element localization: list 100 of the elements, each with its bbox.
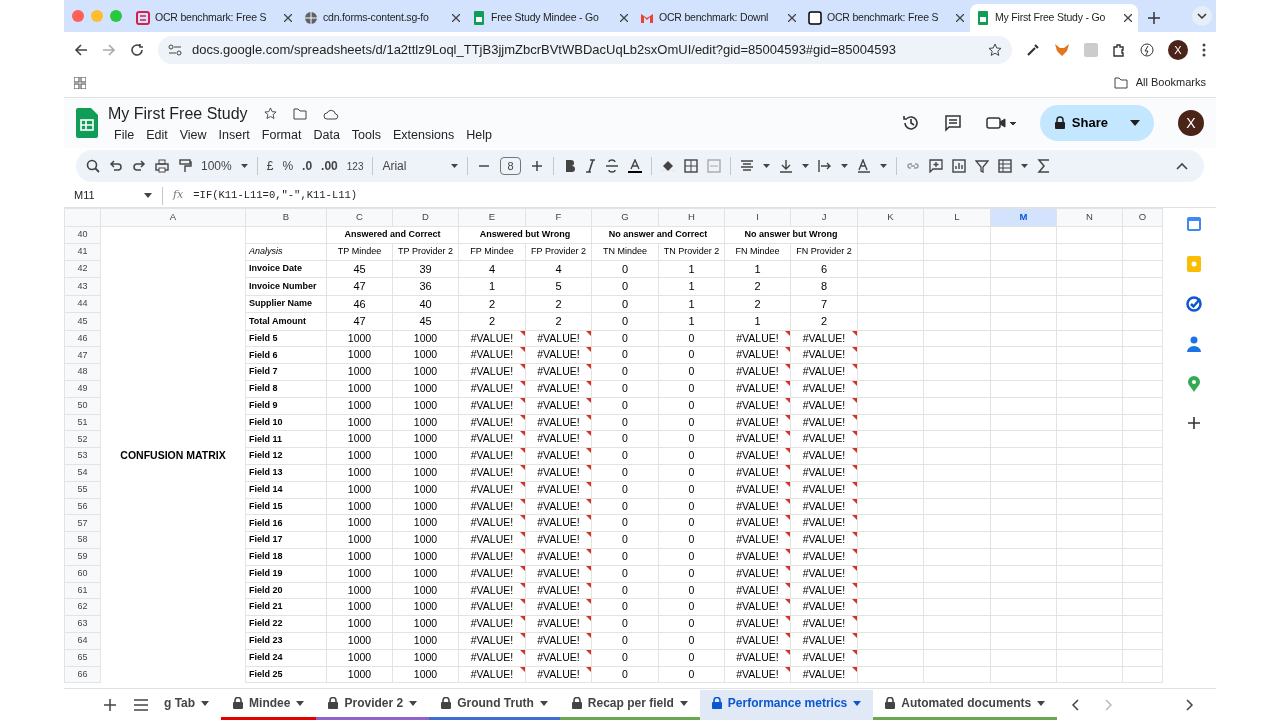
undo-icon[interactable]	[109, 159, 123, 173]
align-icon[interactable]	[739, 159, 754, 173]
extensions-icon[interactable]	[1112, 43, 1126, 57]
close-icon[interactable]	[452, 14, 460, 22]
eyedropper-icon[interactable]	[1026, 43, 1040, 57]
history-icon[interactable]	[901, 114, 920, 132]
chart-icon[interactable]	[951, 159, 966, 173]
sheet-tab[interactable]: Mindee	[221, 689, 317, 720]
letter-tile-icon[interactable]	[1084, 43, 1098, 57]
calendar-icon[interactable]	[1186, 216, 1202, 232]
menu-item[interactable]: Help	[460, 125, 498, 145]
address-bar[interactable]: docs.google.com/spreadsheets/d/1a2ttlz9Loql_TTjB3jjmZbcrBVtWBDacUqLb2sxOmUI/edit?gid=85004593#gid=85004593	[158, 36, 1012, 64]
formula-field[interactable]: =IF(K11-L11=0,"-",K11-L11)	[193, 187, 1216, 204]
scroll-left-icon[interactable]	[1071, 698, 1080, 711]
move-folder-icon[interactable]	[292, 107, 307, 120]
vertical-align-icon[interactable]	[778, 159, 793, 173]
column-header[interactable]: A	[100, 208, 246, 227]
add-sheet-icon[interactable]	[104, 698, 116, 711]
column-header[interactable]: L	[923, 208, 991, 227]
check-icon[interactable]	[1186, 296, 1202, 312]
add-comment-icon[interactable]	[928, 159, 943, 173]
close-icon[interactable]	[788, 14, 796, 22]
increase-decimals-button[interactable]: .00	[321, 157, 338, 175]
browser-tab[interactable]: OCR benchmark: Free S	[130, 4, 298, 32]
account-avatar[interactable]: X	[1178, 110, 1204, 136]
map-pin-icon[interactable]	[1188, 376, 1200, 392]
column-header[interactable]: B	[245, 208, 327, 227]
menu-item[interactable]: Insert	[212, 125, 256, 145]
column-header[interactable]: G	[591, 208, 659, 227]
back-icon[interactable]	[74, 43, 88, 57]
expand-side-panel-icon[interactable]	[1186, 698, 1194, 711]
column-header[interactable]: I	[724, 208, 791, 227]
close-icon[interactable]	[620, 14, 628, 22]
currency-button[interactable]: £	[266, 157, 274, 175]
column-header[interactable]: N	[1056, 208, 1123, 227]
new-tab-icon[interactable]	[1148, 12, 1160, 24]
more-icon[interactable]	[1202, 43, 1206, 57]
person-icon[interactable]	[1187, 336, 1201, 352]
collapse-icon[interactable]	[1176, 162, 1188, 170]
star-icon[interactable]	[263, 107, 277, 121]
cell-reference-field[interactable]: M11	[74, 187, 134, 204]
column-header[interactable]: H	[658, 208, 725, 227]
menu-item[interactable]: Edit	[140, 125, 174, 145]
decrease-decimals-button[interactable]: .0	[302, 157, 313, 175]
sheet-tab[interactable]: g Tab	[152, 689, 222, 720]
italic-icon[interactable]	[583, 159, 596, 173]
redo-icon[interactable]	[132, 159, 146, 173]
zoom-dropdown[interactable]: 100%	[201, 157, 232, 175]
browser-tab[interactable]: cdn.forms-content.sg-fo	[298, 4, 466, 32]
browser-tab[interactable]: My First Free Study - Go	[970, 4, 1138, 32]
menu-item[interactable]: Extensions	[387, 125, 461, 145]
column-header[interactable]: J	[790, 208, 858, 227]
paint-format-icon[interactable]	[178, 159, 192, 173]
search-icon[interactable]	[86, 159, 100, 173]
menu-item[interactable]: Data	[307, 125, 346, 145]
merge-cells-icon[interactable]	[706, 159, 721, 173]
menu-item[interactable]: View	[173, 125, 213, 145]
column-header[interactable]: D	[392, 208, 459, 227]
number-format-button[interactable]: 123	[346, 158, 364, 174]
font-size-field[interactable]: 8	[500, 156, 521, 176]
table-view-icon[interactable]	[997, 159, 1012, 173]
percent-button[interactable]: %	[282, 157, 294, 175]
lightning-icon[interactable]	[1140, 43, 1154, 57]
site-settings-icon[interactable]	[168, 44, 182, 56]
sheet-tab[interactable]: Ground Truth	[429, 689, 560, 720]
browser-tab[interactable]: OCR benchmark: Downl	[634, 4, 802, 32]
font-dropdown[interactable]: Arial	[382, 157, 443, 175]
cloud-icon[interactable]	[322, 107, 339, 120]
tab-search-icon[interactable]	[1192, 6, 1212, 26]
comment-icon[interactable]	[943, 114, 962, 132]
text-rotation-icon[interactable]	[856, 159, 871, 173]
all-bookmarks-link[interactable]: All Bookmarks	[1135, 74, 1206, 91]
strikethrough-icon[interactable]	[604, 159, 619, 173]
text-wrap-icon[interactable]	[817, 159, 832, 173]
sheet-tab[interactable]: Recap per field	[559, 689, 700, 720]
folder-icon[interactable]	[1113, 76, 1128, 89]
reload-icon[interactable]	[130, 43, 144, 57]
column-header[interactable]: M	[990, 208, 1057, 227]
close-icon[interactable]	[284, 14, 292, 22]
close-icon[interactable]	[956, 14, 964, 22]
star-icon[interactable]	[988, 43, 1002, 57]
add-icon[interactable]	[1187, 416, 1201, 430]
apps-grid-icon[interactable]	[74, 76, 86, 89]
all-sheets-icon[interactable]	[134, 698, 148, 711]
profile-avatar[interactable]: X	[1168, 40, 1188, 60]
filter-icon[interactable]	[974, 159, 989, 173]
fox-icon[interactable]	[1054, 43, 1070, 57]
close-icon[interactable]	[1124, 14, 1132, 22]
plus-icon[interactable]	[529, 159, 544, 173]
column-header[interactable]: O	[1122, 208, 1163, 227]
fill-color-icon[interactable]	[660, 159, 675, 173]
sheet-tab[interactable]: Automated documents	[873, 689, 1058, 720]
caret-icon[interactable]	[1130, 120, 1140, 126]
document-title[interactable]: My First Free Study	[108, 101, 248, 126]
sum-icon[interactable]	[1036, 159, 1049, 173]
video-camera-icon[interactable]	[985, 115, 1016, 131]
column-header[interactable]: E	[458, 208, 526, 227]
menu-item[interactable]: Tools	[345, 125, 388, 145]
menu-item[interactable]: File	[108, 125, 141, 145]
column-header[interactable]: K	[857, 208, 924, 227]
